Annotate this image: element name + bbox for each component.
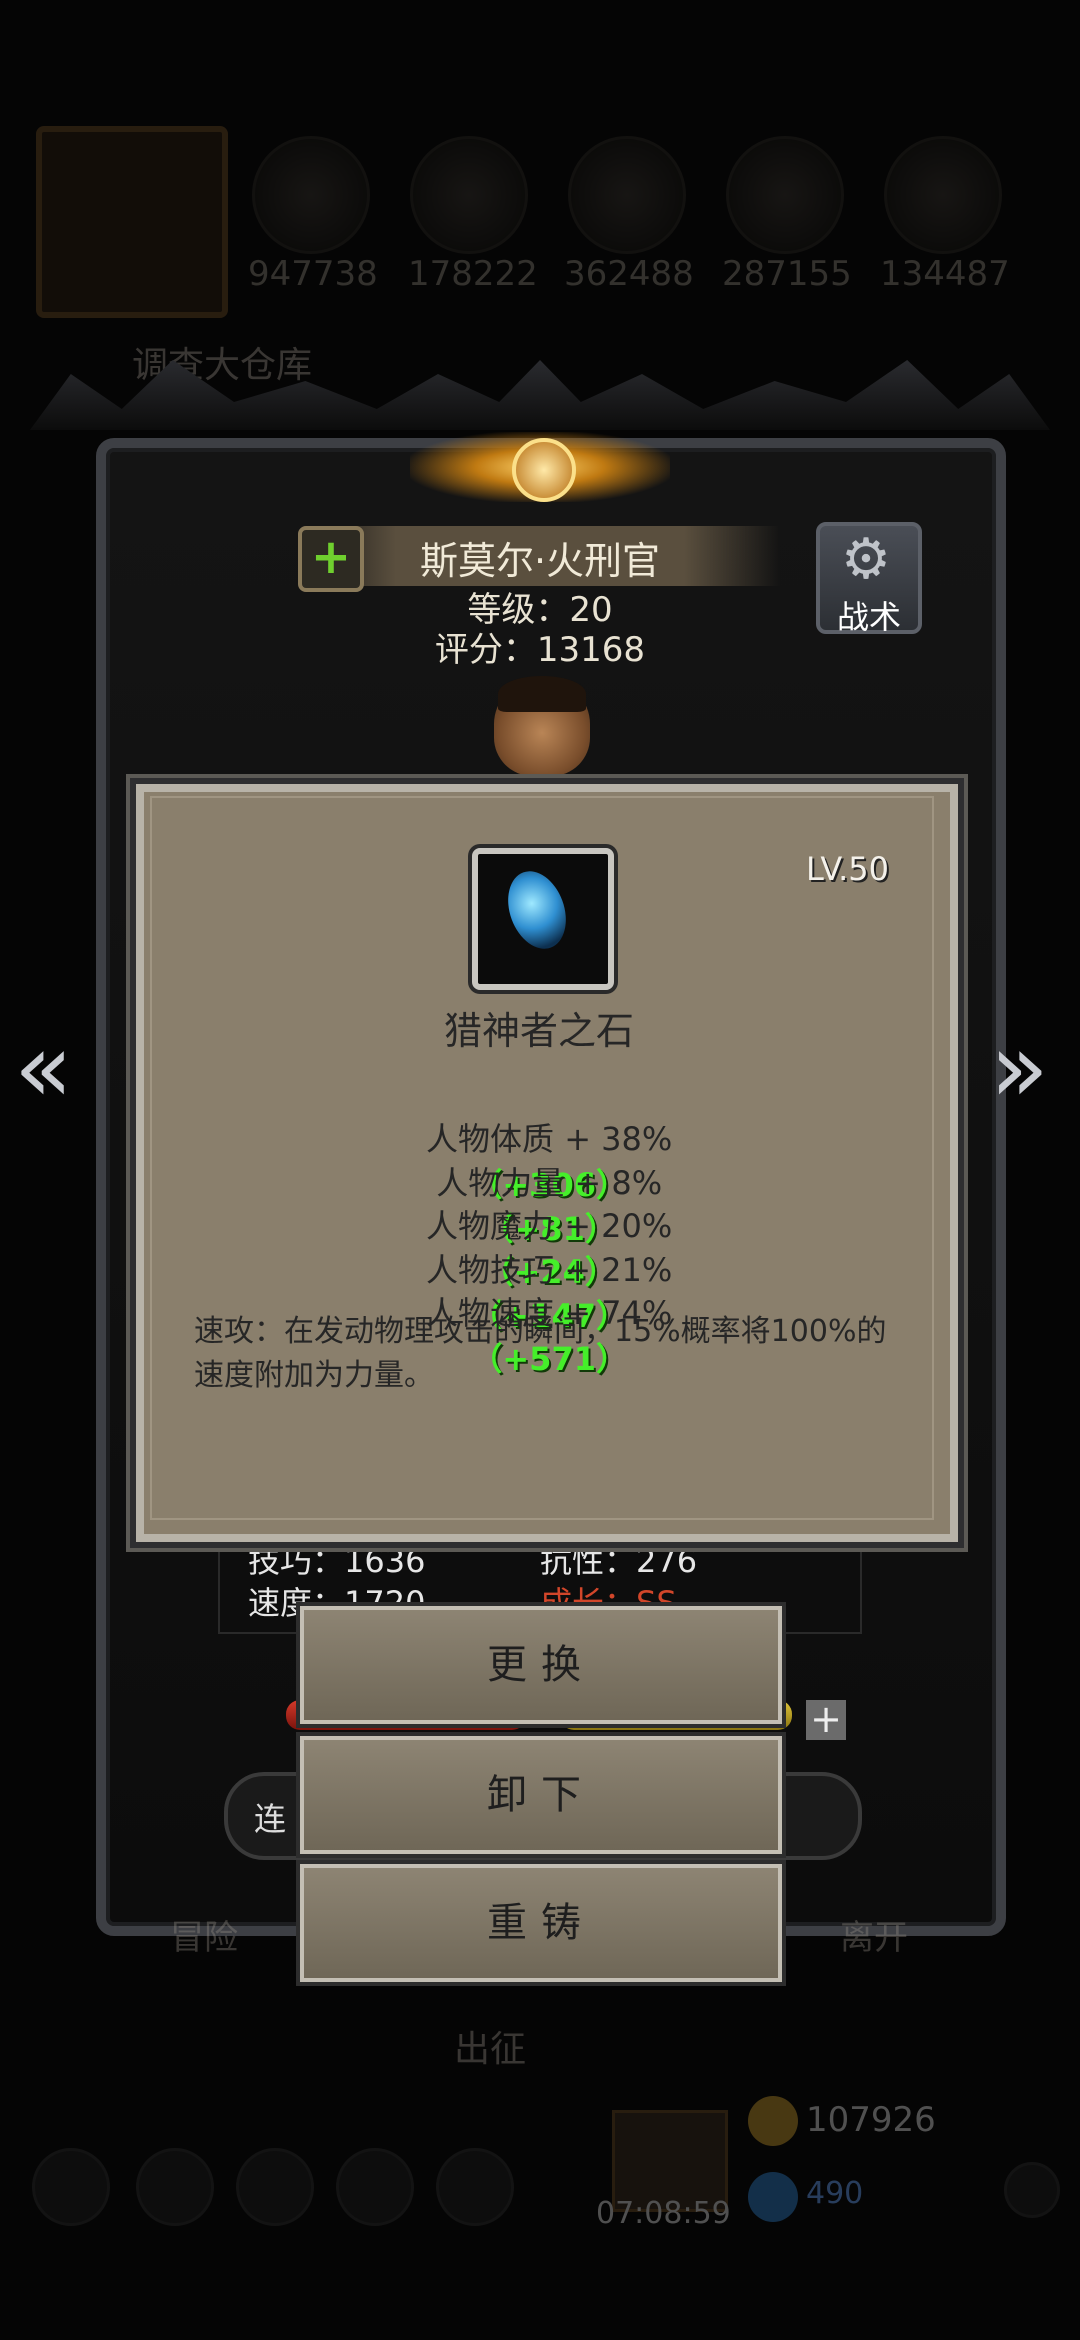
resource-value: 134487	[880, 254, 1010, 294]
chevron-left-icon[interactable]: «	[14, 1018, 84, 1118]
top-hud: 947738 178222 362488 287155 134487 调查大仓库	[0, 0, 1080, 400]
timer: 07:08:59	[596, 2196, 731, 2231]
add-currency-icon[interactable]	[1004, 2162, 1060, 2218]
chevron-right-icon[interactable]: »	[990, 1018, 1060, 1118]
gear-icon: ⚙	[840, 527, 892, 592]
iron-icon[interactable]	[568, 136, 686, 254]
hero-name: 斯莫尔·火刑官	[419, 539, 661, 583]
menu-icon[interactable]	[336, 2148, 414, 2226]
resource-value: 287155	[722, 254, 852, 294]
resource-value: 362488	[564, 254, 694, 294]
resource-value: 947738	[248, 254, 378, 294]
combo-label: 连	[254, 1800, 287, 1838]
menu-icon[interactable]	[136, 2148, 214, 2226]
tactic-label: 战术	[836, 598, 901, 636]
tab-leave[interactable]: 离开	[840, 1910, 908, 1959]
crystal-icon[interactable]	[726, 136, 844, 254]
emblem-icon	[512, 438, 576, 502]
hero-hair	[498, 676, 586, 712]
resource-value: 178222	[408, 254, 538, 294]
gem-currency-icon	[748, 2172, 798, 2222]
frame-ornament	[30, 360, 1050, 430]
menu-icon[interactable]	[236, 2148, 314, 2226]
tab-expedition[interactable]: 出征	[454, 2020, 526, 2072]
gold-coin-icon	[748, 2096, 798, 2146]
player-portrait[interactable]	[36, 126, 228, 318]
gold-value: 107926	[806, 2100, 936, 2140]
menu-icon[interactable]	[436, 2148, 514, 2226]
unequip-button[interactable]: 卸下	[300, 1736, 782, 1854]
hero-score: 评分：13168	[434, 630, 646, 670]
plus-icon[interactable]: +	[806, 1700, 846, 1740]
resource-orb-icon[interactable]	[252, 136, 370, 254]
item-description: 速攻：在发动物理攻击的瞬间，15%概率将100%的速度附加为力量。	[194, 1314, 887, 1393]
tab-adventure[interactable]: 冒险	[170, 1910, 238, 1959]
bottom-hud: 冒险 出征 离开 07:08:59 107926 490	[0, 1860, 1080, 2340]
gem-value: 490	[806, 2176, 864, 2211]
stat-resist: 抗性：276	[540, 1542, 698, 1580]
wood-icon[interactable]	[410, 136, 528, 254]
replace-button[interactable]: 更换	[300, 1606, 782, 1724]
item-name: 猎神者之石	[443, 1009, 634, 1053]
item-level: LV.50	[806, 850, 889, 888]
menu-icon[interactable]	[32, 2148, 110, 2226]
ore-icon[interactable]	[884, 136, 1002, 254]
stat-skill: 技巧：1636	[248, 1542, 426, 1580]
